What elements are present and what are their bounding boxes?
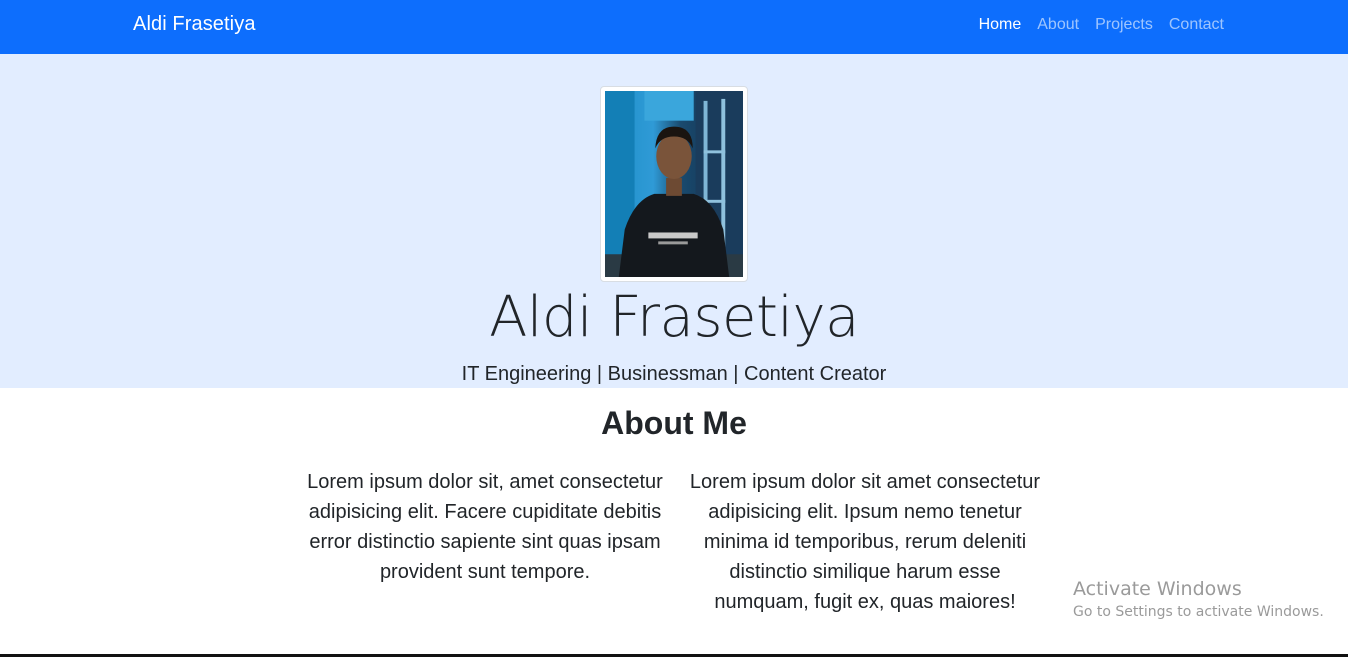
hero-section: Aldi Frasetiya IT Engineering | Business… (0, 54, 1348, 388)
nav-link-home[interactable]: Home (979, 16, 1022, 34)
about-paragraph-2: Lorem ipsum dolor sit amet consectetur a… (689, 471, 1041, 613)
about-title: About Me (601, 405, 747, 441)
profile-photo-frame (600, 86, 748, 282)
watermark-title: Activate Windows (1073, 578, 1242, 600)
nav-link-about[interactable]: About (1037, 16, 1079, 34)
profile-photo (605, 91, 743, 277)
nav-link-projects[interactable]: Projects (1095, 16, 1153, 34)
hero-tagline: IT Engineering | Businessman | Content C… (461, 363, 887, 385)
about-paragraph-1: Lorem ipsum dolor sit, amet consectetur … (307, 471, 663, 583)
navbar: Aldi Frasetiya Home About Projects Conta… (0, 0, 1348, 54)
activate-windows-watermark: Activate Windows Go to Settings to activ… (1073, 578, 1324, 624)
brand-link[interactable]: Aldi Frasetiya (133, 13, 256, 36)
watermark-subtitle: Go to Settings to activate Windows. (1073, 604, 1324, 620)
nav-link-contact[interactable]: Contact (1169, 16, 1224, 34)
hero-name: Aldi Frasetiya (489, 285, 859, 350)
nav-links: Home About Projects Contact (979, 16, 1224, 34)
